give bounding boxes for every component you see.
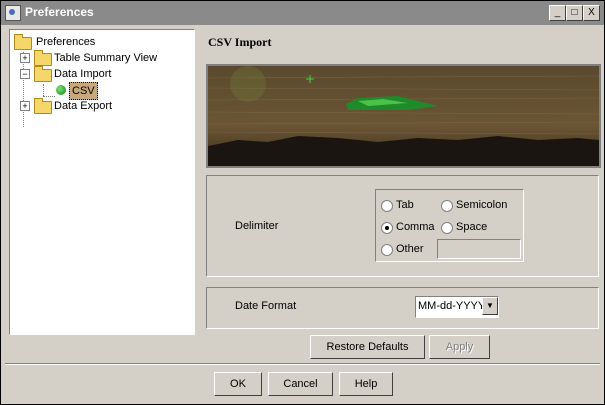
banner-image xyxy=(206,64,601,168)
semicolon-radio-label[interactable]: Semicolon xyxy=(456,199,507,211)
comma-radio-label[interactable]: Comma xyxy=(396,221,435,233)
preferences-tree[interactable]: Preferences + Table Summary View − Data … xyxy=(9,29,195,335)
tree-connector xyxy=(23,52,24,127)
expand-icon[interactable]: + xyxy=(20,53,30,63)
folder-icon xyxy=(14,34,32,50)
delimiter-label: Delimiter xyxy=(235,220,279,232)
help-button[interactable]: Help xyxy=(339,372,393,396)
preferences-window: Preferences _ □ X Preferences + Table Su… xyxy=(0,0,605,405)
space-scene-graphic xyxy=(208,66,599,166)
tree-item-label: Data Export xyxy=(54,100,113,112)
space-radio[interactable] xyxy=(441,222,453,234)
title-bar[interactable]: Preferences _ □ X xyxy=(1,1,604,25)
tab-radio-label[interactable]: Tab xyxy=(396,199,414,211)
close-button[interactable]: X xyxy=(583,5,600,21)
panel-title: CSV Import xyxy=(208,35,272,49)
folder-icon xyxy=(34,50,52,66)
separator xyxy=(5,363,600,365)
tree-connector xyxy=(43,96,55,97)
comma-radio[interactable] xyxy=(381,222,393,234)
tree-item-label: Data Import xyxy=(54,68,112,80)
apply-button[interactable]: Apply xyxy=(429,335,490,359)
collapse-icon[interactable]: − xyxy=(20,69,30,79)
semicolon-radio[interactable] xyxy=(441,200,453,212)
java-app-icon xyxy=(5,5,21,21)
delimiter-group: Delimiter Tab Semicolon Comma Space Othe… xyxy=(206,175,599,277)
minimize-button[interactable]: _ xyxy=(549,5,566,21)
tab-radio[interactable] xyxy=(381,200,393,212)
tree-item-label: Preferences xyxy=(36,36,96,48)
other-delimiter-input[interactable] xyxy=(437,239,521,259)
dropdown-arrow-icon[interactable]: ▼ xyxy=(482,297,498,315)
ok-button[interactable]: OK xyxy=(214,372,262,396)
green-dot-icon xyxy=(56,85,66,95)
expand-icon[interactable]: + xyxy=(20,101,30,111)
date-format-label: Date Format xyxy=(235,300,297,312)
maximize-button[interactable]: □ xyxy=(566,5,583,21)
panel-header: CSV Import xyxy=(198,29,602,59)
tree-item-label: Table Summary View xyxy=(54,52,158,64)
date-format-group: Date Format MM-dd-YYYY ▼ xyxy=(206,287,599,329)
restore-defaults-button[interactable]: Restore Defaults xyxy=(310,335,425,359)
delimiter-options: Tab Semicolon Comma Space Other xyxy=(375,189,524,262)
other-radio[interactable] xyxy=(381,244,393,256)
other-radio-label[interactable]: Other xyxy=(396,243,424,255)
cancel-button[interactable]: Cancel xyxy=(268,372,333,396)
folder-icon xyxy=(34,98,52,114)
window-title: Preferences xyxy=(25,5,94,19)
date-format-select[interactable]: MM-dd-YYYY ▼ xyxy=(415,296,499,318)
date-format-value: MM-dd-YYYY xyxy=(418,300,486,312)
open-folder-icon xyxy=(34,66,52,82)
space-radio-label[interactable]: Space xyxy=(456,221,487,233)
tree-connector xyxy=(43,84,44,96)
